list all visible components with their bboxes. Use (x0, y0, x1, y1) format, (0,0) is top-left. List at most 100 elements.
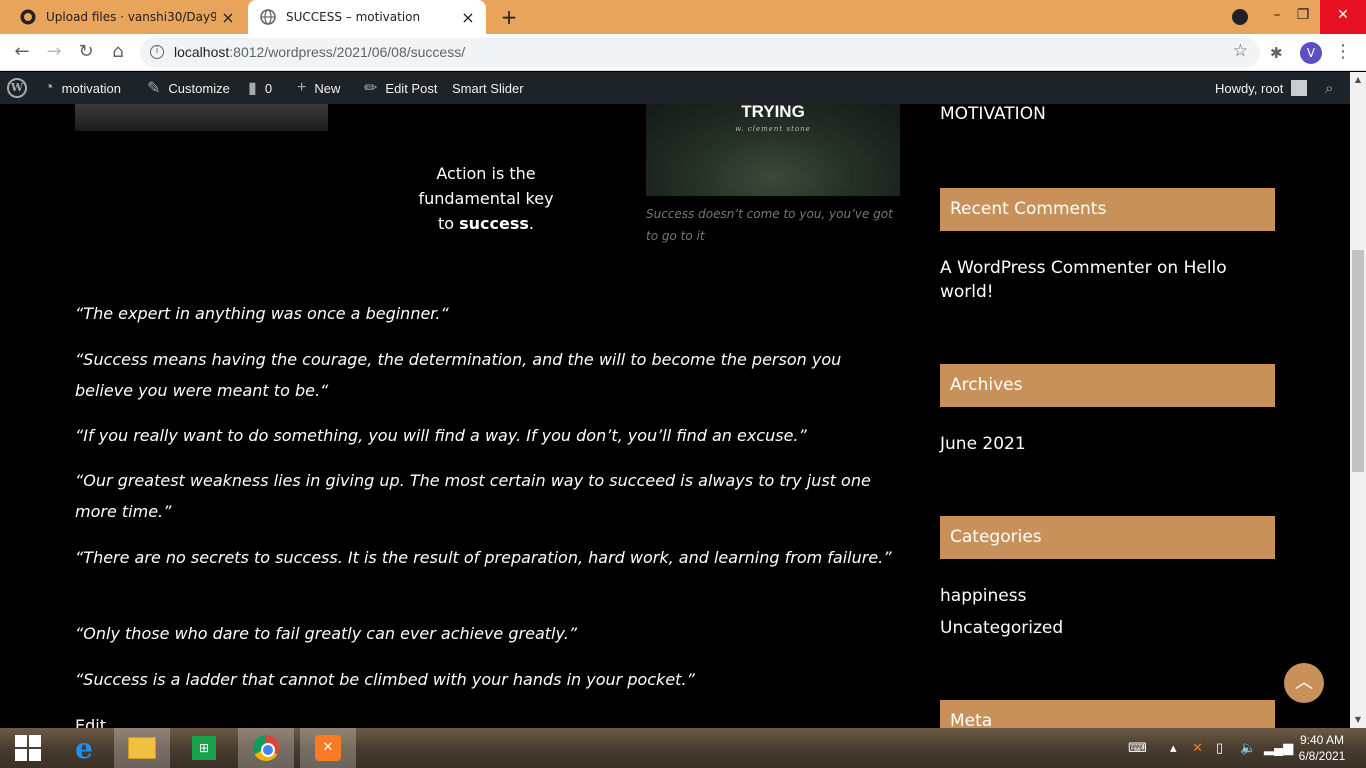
network-icon[interactable]: ▂▄▆ (1264, 728, 1293, 768)
image-text: TRYING (741, 104, 805, 121)
store-icon: ⊞ (192, 736, 216, 760)
my-account-link[interactable]: Howdy, root (1215, 72, 1308, 104)
volume-icon[interactable]: 🔈 (1240, 728, 1256, 768)
edit-post-label: Edit Post (385, 80, 438, 96)
bookmark-star-icon[interactable]: ☆ (1233, 41, 1248, 61)
info-icon[interactable]: i (150, 45, 164, 59)
wp-logo-button[interactable]: W (7, 72, 27, 104)
scroll-down-arrow-icon[interactable]: ▼ (1350, 712, 1366, 728)
categories-heading: Categories (940, 516, 1275, 559)
url-host: localhost (174, 44, 230, 60)
quote-1: “The expert in anything was once a begin… (75, 304, 449, 323)
folder-icon (128, 737, 156, 759)
user-avatar (1291, 80, 1308, 96)
chevron-up-icon: ︿ (1295, 672, 1313, 693)
chrome-button[interactable] (238, 728, 294, 768)
close-icon[interactable]: × (456, 8, 480, 27)
close-icon[interactable]: × (216, 8, 240, 27)
howdy-label: Howdy, root (1215, 80, 1284, 96)
forward-icon[interactable]: → (42, 41, 66, 65)
clock-time: 9:40 AM (1299, 733, 1345, 747)
url-text[interactable]: localhost:8012/wordpress/2021/06/08/succ… (174, 44, 465, 60)
wordpress-logo-icon: W (7, 78, 27, 98)
scrollbar-thumb[interactable] (1352, 250, 1364, 472)
xampp-button[interactable]: ✕ (300, 728, 356, 768)
globe-icon (260, 9, 276, 25)
customize-label: Customize (168, 80, 230, 96)
edit-post-link[interactable]: ✏ Edit Post (364, 72, 437, 104)
archive-link[interactable]: June 2021 (940, 432, 1270, 456)
keyboard-icon[interactable]: ⌨ (1128, 728, 1147, 768)
xampp-tray-icon[interactable]: ✕ (1192, 728, 1203, 768)
tab-strip: Upload files · vanshi30/Day9-Day × SUCCE… (0, 0, 1366, 34)
internet-explorer-button[interactable]: e (56, 728, 112, 768)
tab-search-icon[interactable] (1232, 9, 1248, 25)
menu-icon[interactable]: ⋮ (1334, 41, 1352, 62)
wp-admin-bar: W ◔ motivation ✎ Customize ▮ 0 + New ✏ E… (0, 72, 1366, 104)
site-title[interactable]: MOTIVATION (940, 104, 1046, 124)
new-label: New (314, 80, 341, 96)
quote-2: “Success means having the courage, the d… (75, 350, 842, 400)
address-bar[interactable]: i localhost:8012/wordpress/2021/06/08/su… (140, 38, 1260, 67)
smart-slider-link[interactable]: Smart Slider (452, 72, 524, 104)
scroll-up-arrow-icon[interactable]: ▲ (1350, 72, 1366, 88)
profile-avatar[interactable]: V (1300, 42, 1322, 64)
brush-icon: ✎ (147, 80, 161, 97)
tab-success[interactable]: SUCCESS – motivation × (248, 0, 486, 34)
device-icon[interactable]: ▯ (1216, 728, 1223, 768)
comments-link[interactable]: ▮ 0 (248, 72, 272, 104)
windows-logo-icon (15, 735, 41, 761)
window-close-button[interactable]: ✕ (1320, 0, 1366, 34)
recent-comments-heading: Recent Comments (940, 188, 1275, 231)
meta-heading: Meta (940, 700, 1275, 728)
customize-link[interactable]: ✎ Customize (147, 72, 230, 104)
clock-date: 6/8/2021 (1298, 749, 1346, 763)
pencil-icon: ✏ (364, 80, 378, 97)
post-image-left (75, 104, 328, 131)
page-scrollbar[interactable]: ▲ ▼ (1350, 72, 1366, 728)
internet-explorer-icon: e (75, 731, 93, 765)
show-hidden-icons-icon[interactable]: ▴ (1170, 728, 1177, 768)
edit-link[interactable]: Edit (75, 716, 106, 728)
reload-icon[interactable]: ↻ (74, 41, 98, 65)
post-image-right: TRYING w. clement stone (646, 104, 900, 196)
chrome-icon (253, 735, 279, 761)
new-content-link[interactable]: + New (297, 72, 340, 104)
site-name: motivation (61, 80, 121, 96)
quote-6: “Only those who dare to fail greatly can… (75, 624, 578, 643)
quote-7: “Success is a ladder that cannot be clim… (75, 670, 695, 689)
image-caption: Success doesn’t come to you, you’ve got … (646, 207, 893, 243)
file-explorer-button[interactable] (114, 728, 170, 768)
page-content: TRYING w. clement stone Success doesn’t … (0, 104, 1350, 728)
new-tab-button[interactable]: + (498, 6, 520, 28)
store-button[interactable]: ⊞ (176, 728, 232, 768)
start-button[interactable] (0, 728, 56, 768)
site-name-link[interactable]: ◔ motivation (44, 72, 121, 104)
action-text: Action is the fundamental key to success… (408, 161, 564, 236)
windows-taskbar: e ⊞ ✕ ⌨ ▴ ✕ ▯ 🔈 ▂▄▆ 9:40 AM 6/8/2021 (0, 728, 1366, 768)
quote-4: “Our greatest weakness lies in giving up… (75, 471, 871, 521)
category-link-happiness[interactable]: happiness (940, 584, 1270, 608)
comment-icon: ▮ (248, 80, 257, 97)
tab-title: Upload files · vanshi30/Day9-Day (46, 10, 216, 24)
xampp-icon: ✕ (315, 735, 341, 761)
recent-comment-link[interactable]: A WordPress Commenter on Hello world! (940, 256, 1270, 304)
extensions-icon[interactable]: ✱ (1270, 44, 1283, 62)
back-icon[interactable]: ← (10, 41, 34, 65)
tab-github[interactable]: Upload files · vanshi30/Day9-Day × (10, 0, 246, 34)
home-icon[interactable]: ⌂ (106, 41, 130, 65)
action-text-end: . (528, 214, 535, 233)
archives-heading: Archives (940, 364, 1275, 407)
url-path: :8012/wordpress/2021/06/08/success/ (229, 44, 466, 60)
tab-title: SUCCESS – motivation (286, 10, 421, 24)
dashboard-icon: ◔ (44, 79, 54, 96)
image-author: w. clement stone (735, 125, 811, 133)
action-text-bold: success (459, 214, 529, 233)
search-icon[interactable]: ⌕ (1325, 72, 1333, 104)
scroll-to-top-button[interactable]: ︿ (1284, 663, 1324, 703)
smart-slider-label: Smart Slider (452, 80, 524, 96)
comments-count: 0 (264, 80, 273, 96)
clock[interactable]: 9:40 AM 6/8/2021 (1292, 732, 1352, 764)
category-link-uncategorized[interactable]: Uncategorized (940, 616, 1270, 640)
quote-5: “There are no secrets to success. It is … (75, 548, 892, 567)
